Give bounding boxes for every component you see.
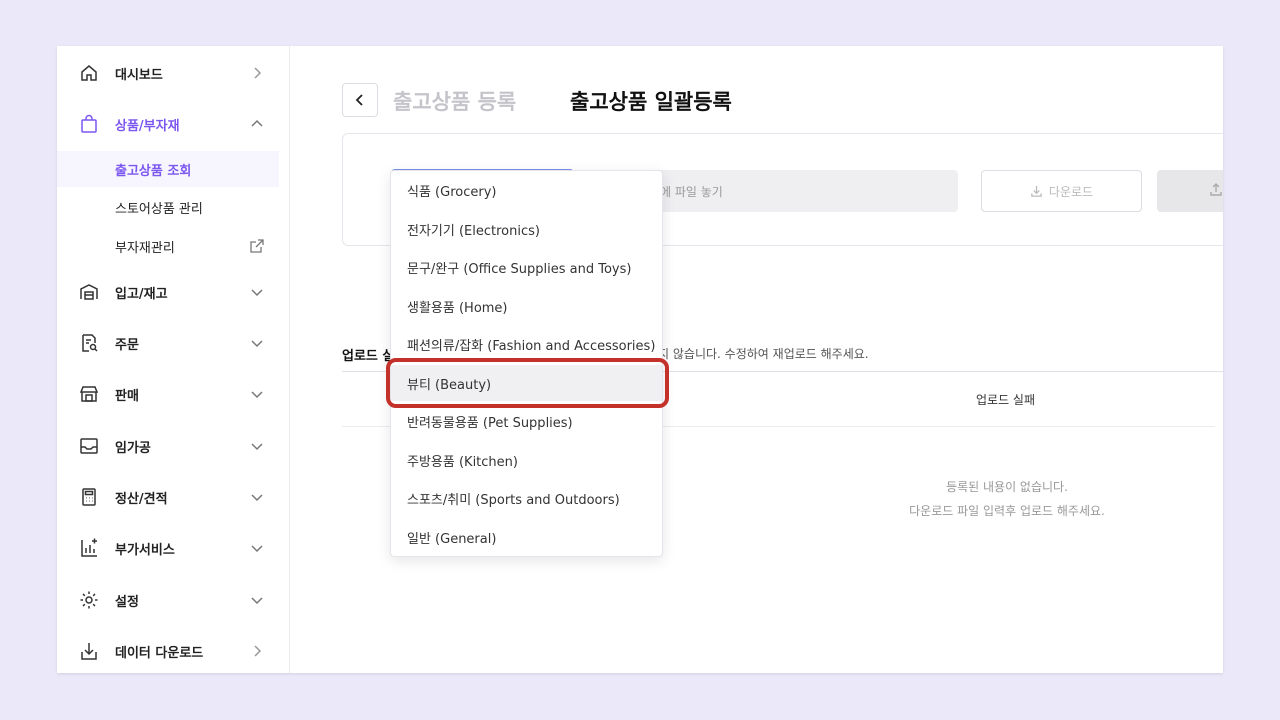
sidebar-item-label: 대시보드 bbox=[115, 67, 163, 83]
breadcrumb-outbound-register[interactable]: 출고상품 등록 bbox=[393, 86, 516, 116]
external-link-icon bbox=[250, 239, 264, 253]
download-button-label: 다운로드 bbox=[1048, 184, 1094, 199]
sidebar: 대시보드 상품/부자재 출고상품 조회 스토어상품 관리 부자재관리 입고/재고… bbox=[57, 46, 290, 673]
chevron-up-icon bbox=[251, 119, 263, 127]
empty-state-hint: 다운로드 파일 입력후 업로드 해주세요. bbox=[909, 504, 1105, 518]
sidebar-item-label: 입고/재고 bbox=[115, 286, 168, 302]
sidebar-item-orders[interactable]: 주문 bbox=[57, 323, 289, 363]
chevron-left-icon bbox=[355, 94, 363, 106]
sidebar-item-label: 임가공 bbox=[115, 440, 151, 456]
dropdown-option[interactable]: 생활용품 (Home) bbox=[391, 288, 662, 324]
dropdown-option[interactable]: 반려동물용품 (Pet Supplies) bbox=[391, 403, 662, 439]
dropdown-option[interactable]: 전자기기 (Electronics) bbox=[391, 211, 662, 247]
chevron-down-icon bbox=[251, 494, 263, 502]
download-icon bbox=[1031, 185, 1042, 197]
sidebar-item-label: 데이터 다운로드 bbox=[115, 645, 204, 661]
sidebar-subitem-store-products[interactable]: 스토어상품 관리 bbox=[57, 189, 279, 225]
back-button[interactable] bbox=[342, 83, 378, 117]
chart-plus-icon bbox=[81, 538, 97, 557]
chevron-down-icon bbox=[251, 340, 263, 348]
results-notice: 되지 않습니다. 수정하여 재업로드 해주세요. bbox=[647, 347, 869, 361]
sidebar-item-settlement[interactable]: 정산/견적 bbox=[57, 477, 289, 517]
sidebar-item-label: 부가서비스 bbox=[115, 542, 175, 558]
sidebar-item-dashboard[interactable]: 대시보드 bbox=[57, 53, 289, 93]
store-icon bbox=[79, 386, 99, 402]
sidebar-item-label: 상품/부자재 bbox=[115, 118, 180, 134]
sidebar-subitem-outbound-products[interactable]: 출고상품 조회 bbox=[57, 151, 279, 187]
sidebar-item-addon-services[interactable]: 부가서비스 bbox=[57, 528, 289, 568]
chevron-down-icon bbox=[251, 443, 263, 451]
annotation-highlight-ring bbox=[386, 358, 669, 408]
upload-button[interactable] bbox=[1157, 170, 1223, 212]
sidebar-item-label: 설정 bbox=[115, 594, 139, 610]
warehouse-icon bbox=[80, 284, 98, 300]
column-header-upload-failed: 업로드 실패 bbox=[976, 393, 1036, 407]
results-title: 업로드 실 bbox=[342, 349, 395, 364]
dropdown-option[interactable]: 주방용품 (Kitchen) bbox=[391, 442, 662, 478]
chevron-right-icon bbox=[254, 67, 262, 79]
dropdown-option[interactable]: 일반 (General) bbox=[391, 519, 662, 555]
shopping-bag-icon bbox=[81, 114, 97, 133]
app-window: 대시보드 상품/부자재 출고상품 조회 스토어상품 관리 부자재관리 입고/재고… bbox=[57, 46, 1223, 673]
dropzone-text: 에 파일 놓기 bbox=[660, 185, 723, 199]
chevron-down-icon bbox=[251, 391, 263, 399]
sidebar-item-processing[interactable]: 임가공 bbox=[57, 426, 289, 466]
sidebar-item-sales[interactable]: 판매 bbox=[57, 374, 289, 414]
download-icon bbox=[81, 643, 97, 660]
dropdown-option[interactable]: 식품 (Grocery) bbox=[391, 172, 662, 208]
dropdown-option[interactable]: 스포츠/취미 (Sports and Outdoors) bbox=[391, 480, 662, 516]
inbox-icon bbox=[80, 438, 98, 454]
home-icon bbox=[81, 65, 97, 81]
dropdown-option[interactable]: 패션의류/잡화 (Fashion and Accessories) bbox=[391, 326, 662, 362]
sidebar-subitem-label: 부자재관리 bbox=[115, 240, 175, 256]
download-button[interactable]: 다운로드 bbox=[981, 170, 1142, 212]
dropdown-option[interactable]: 문구/완구 (Office Supplies and Toys) bbox=[391, 249, 662, 285]
sidebar-item-settings[interactable]: 설정 bbox=[57, 580, 289, 620]
page-title: 출고상품 일괄등록 bbox=[570, 90, 732, 114]
sidebar-subitem-materials[interactable]: 부자재관리 bbox=[57, 228, 279, 264]
chevron-down-icon bbox=[251, 545, 263, 553]
sidebar-item-inbound-inventory[interactable]: 입고/재고 bbox=[57, 272, 289, 312]
chevron-down-icon bbox=[251, 289, 263, 297]
sidebar-subitem-label: 스토어상품 관리 bbox=[115, 201, 203, 217]
calculator-icon bbox=[82, 488, 96, 506]
sidebar-subitem-label: 출고상품 조회 bbox=[115, 163, 192, 179]
upload-icon bbox=[1210, 183, 1222, 196]
gear-icon bbox=[80, 591, 98, 609]
empty-state-message: 등록된 내용이 없습니다. bbox=[946, 480, 1068, 494]
chevron-right-icon bbox=[254, 645, 262, 657]
sidebar-item-data-download[interactable]: 데이터 다운로드 bbox=[57, 631, 289, 671]
sidebar-item-label: 판매 bbox=[115, 388, 139, 404]
order-search-icon bbox=[82, 334, 98, 352]
sidebar-item-label: 정산/견적 bbox=[115, 491, 168, 507]
chevron-down-icon bbox=[251, 597, 263, 605]
sidebar-item-label: 주문 bbox=[115, 337, 139, 353]
sidebar-item-products[interactable]: 상품/부자재 bbox=[57, 104, 289, 144]
